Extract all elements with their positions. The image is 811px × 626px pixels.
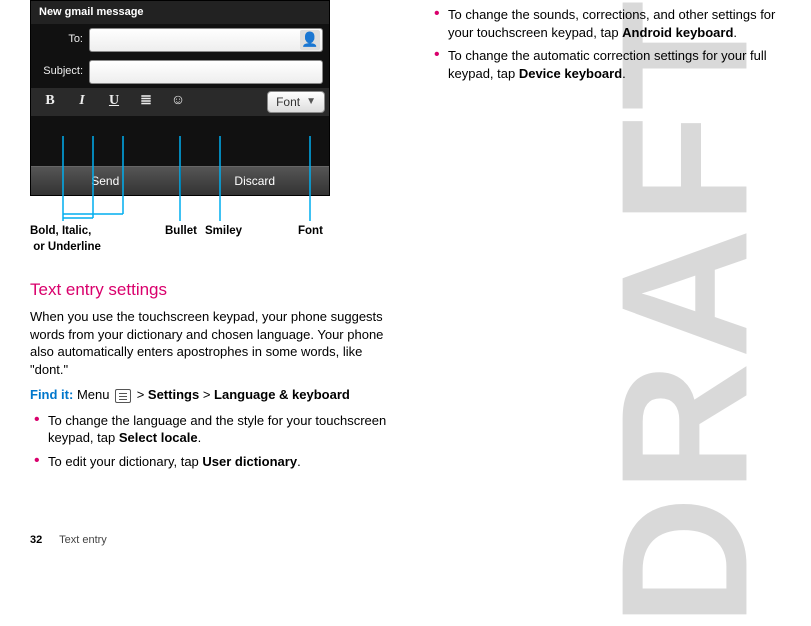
find-it-settings: Settings <box>148 387 199 402</box>
callout-biu: Bold, Italic, or Underline <box>30 224 101 255</box>
rb2c: . <box>622 66 626 81</box>
page: New gmail message To: 👤 Subject: B I U ≣… <box>0 0 811 558</box>
callout-bullet: Bullet <box>165 224 197 240</box>
right-column: To change the sounds, corrections, and o… <box>430 0 780 88</box>
page-number: 32 <box>30 534 42 546</box>
find-it-text1: Menu <box>73 387 113 402</box>
right-bullet-1: To change the sounds, corrections, and o… <box>430 6 780 41</box>
subject-row: Subject: <box>31 56 329 88</box>
lb1c: . <box>198 430 202 445</box>
callouts: Bold, Italic, or Underline Bullet Smiley… <box>30 196 390 251</box>
find-it-gt1: > <box>133 387 148 402</box>
callout-font: Font <box>298 224 323 240</box>
lb1a: To change the language and the style for… <box>48 413 386 446</box>
left-column: New gmail message To: 👤 Subject: B I U ≣… <box>30 0 390 476</box>
to-label: To: <box>37 32 83 47</box>
right-bullet-2: To change the automatic correction setti… <box>430 47 780 82</box>
lb2a: To edit your dictionary, tap <box>48 454 202 469</box>
phone-window-title: New gmail message <box>31 1 329 24</box>
find-it-label: Find it: <box>30 387 73 402</box>
find-it-line: Find it: Menu > Settings > Language & ke… <box>30 386 390 404</box>
lb1b: Select locale <box>119 430 198 445</box>
page-footer: 32 Text entry <box>30 533 107 548</box>
lb2c: . <box>297 454 301 469</box>
footer-section: Text entry <box>59 534 107 546</box>
rb2b: Device keyboard <box>519 66 622 81</box>
rb1c: . <box>733 25 737 40</box>
find-it-gt2: > <box>199 387 214 402</box>
left-bullets: To change the language and the style for… <box>30 412 390 471</box>
left-bullet-2: To edit your dictionary, tap User dictio… <box>30 453 390 471</box>
right-bullets: To change the sounds, corrections, and o… <box>430 6 780 82</box>
contact-icon[interactable]: 👤 <box>300 30 320 50</box>
to-input[interactable]: 👤 <box>89 28 323 52</box>
to-row: To: 👤 <box>31 24 329 56</box>
section-title: Text entry settings <box>30 279 390 302</box>
subject-label: Subject: <box>37 64 83 79</box>
left-bullet-1: To change the language and the style for… <box>30 412 390 447</box>
intro-paragraph: When you use the touchscreen keypad, you… <box>30 308 390 378</box>
callout-smiley: Smiley <box>205 224 242 240</box>
menu-icon <box>115 389 131 403</box>
find-it-langkb: Language & keyboard <box>214 387 350 402</box>
subject-input[interactable] <box>89 60 323 84</box>
lb2b: User dictionary <box>202 454 297 469</box>
rb1b: Android keyboard <box>622 25 733 40</box>
